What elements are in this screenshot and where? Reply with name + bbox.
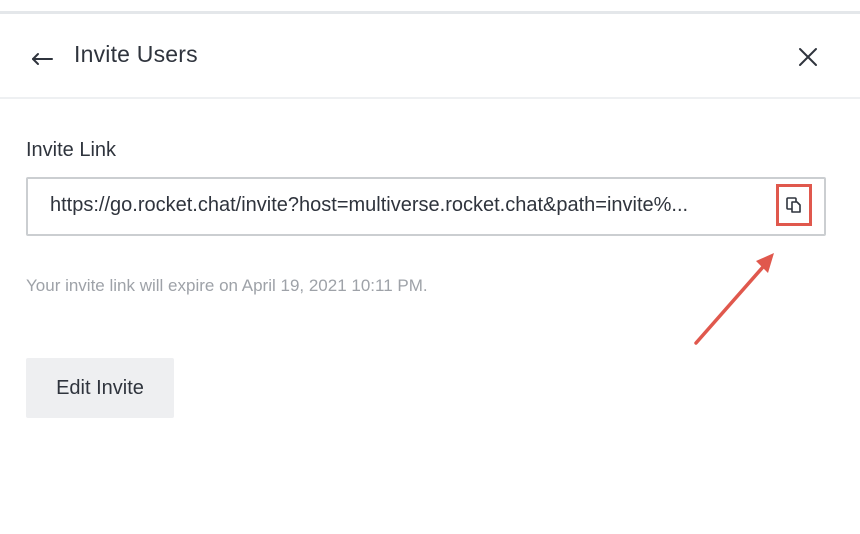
invite-users-panel: Invite Users Invite Link https://go.rock… (0, 0, 860, 534)
back-button[interactable] (28, 45, 56, 69)
expire-notice: Your invite link will expire on April 19… (26, 276, 428, 295)
annotation-arrow (694, 253, 774, 345)
close-button[interactable] (796, 45, 820, 69)
panel-header: Invite Users (0, 17, 860, 99)
invite-link-value[interactable]: https://go.rocket.chat/invite?host=multi… (50, 194, 756, 217)
top-divider (0, 0, 860, 14)
copy-icon (786, 197, 801, 213)
page-title: Invite Users (74, 41, 198, 67)
close-icon (799, 48, 817, 66)
invite-link-label: Invite Link (26, 139, 117, 161)
copy-link-button[interactable] (776, 184, 812, 226)
arrow-back-icon (32, 53, 53, 65)
edit-invite-button[interactable]: Edit Invite (26, 358, 174, 418)
invite-link-field[interactable]: https://go.rocket.chat/invite?host=multi… (26, 177, 826, 236)
